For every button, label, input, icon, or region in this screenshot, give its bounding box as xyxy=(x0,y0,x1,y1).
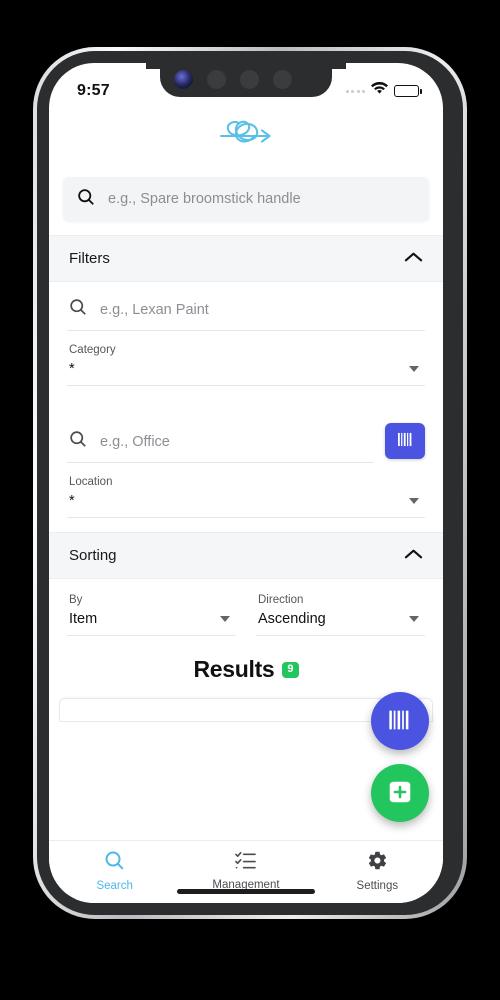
caret-down-icon[interactable] xyxy=(220,616,230,622)
sort-by-label: By xyxy=(69,594,83,606)
barcode-icon xyxy=(397,432,414,450)
barcode-icon xyxy=(388,709,412,734)
search-icon xyxy=(69,430,87,453)
caret-down-icon[interactable] xyxy=(409,616,419,622)
nav-label-search: Search xyxy=(96,880,133,892)
nav-label-settings: Settings xyxy=(356,880,399,892)
location-filter-field[interactable]: e.g., Office xyxy=(67,414,374,463)
tangled-scribble-arrow-logo xyxy=(215,113,277,164)
sort-direction-select[interactable]: Direction Ascending xyxy=(256,581,425,636)
location-search-row: e.g., Office xyxy=(67,414,425,463)
sensor-dot-icon xyxy=(240,69,259,89)
nav-item-settings[interactable]: Settings xyxy=(312,850,443,892)
results-count-badge: 9 xyxy=(282,661,299,678)
status-time: 9:57 xyxy=(77,82,110,99)
scan-barcode-button[interactable] xyxy=(385,422,425,459)
status-icons xyxy=(345,81,422,100)
checklist-icon xyxy=(235,850,257,875)
location-label: Location xyxy=(69,476,113,488)
location-select[interactable]: Location * xyxy=(67,463,425,518)
phone-frame: 9:57 e.g., Spare broomstick handle Filte… xyxy=(33,47,467,919)
nav-item-search[interactable]: Search xyxy=(49,850,180,892)
phone-screen: 9:57 e.g., Spare broomstick handle Filte… xyxy=(49,63,443,903)
sorting-panel-body: By Item Direction Ascending xyxy=(49,579,443,636)
filters-title: Filters xyxy=(69,250,110,267)
search-icon xyxy=(69,298,87,321)
caret-down-icon[interactable] xyxy=(409,366,419,372)
front-camera-icon xyxy=(174,69,193,89)
gear-icon xyxy=(367,850,388,876)
app-logo-header xyxy=(49,109,443,167)
battery-full-icon xyxy=(394,85,422,97)
category-label: Category xyxy=(69,344,116,356)
search-icon xyxy=(77,188,95,211)
sort-by-value: Item xyxy=(69,611,98,627)
sensor-dot-icon xyxy=(207,69,226,89)
filters-panel-body: e.g., Lexan Paint Category * e.g., Offic… xyxy=(49,282,443,518)
item-filter-input[interactable]: e.g., Lexan Paint xyxy=(100,302,209,318)
filters-section-header[interactable]: Filters xyxy=(49,235,443,282)
caret-down-icon[interactable] xyxy=(409,498,419,504)
global-search-bar[interactable]: e.g., Spare broomstick handle xyxy=(63,177,429,221)
sort-direction-value: Ascending xyxy=(258,611,326,627)
sort-by-select[interactable]: By Item xyxy=(67,581,236,636)
device-notch xyxy=(146,63,346,97)
search-icon xyxy=(104,850,125,876)
add-box-icon xyxy=(387,779,413,808)
chevron-up-icon[interactable] xyxy=(404,547,423,565)
sort-direction-label: Direction xyxy=(258,594,304,606)
home-indicator[interactable] xyxy=(177,889,315,894)
add-item-fab-button[interactable] xyxy=(371,764,429,822)
category-value: * xyxy=(69,361,75,377)
chevron-up-icon[interactable] xyxy=(404,250,423,268)
item-filter-field[interactable]: e.g., Lexan Paint xyxy=(67,282,425,331)
location-value: * xyxy=(69,493,75,509)
wifi-icon xyxy=(371,81,388,100)
results-header: Results 9 xyxy=(49,656,443,683)
nav-item-management[interactable]: Management xyxy=(180,850,311,891)
global-search-input[interactable]: e.g., Spare broomstick handle xyxy=(108,191,301,207)
scan-fab-button[interactable] xyxy=(371,692,429,750)
category-select[interactable]: Category * xyxy=(67,331,425,386)
sorting-title: Sorting xyxy=(69,547,117,564)
signal-dots-icon xyxy=(345,89,365,93)
results-title: Results xyxy=(193,656,275,682)
sorting-section-header[interactable]: Sorting xyxy=(49,532,443,579)
speaker-dot-icon xyxy=(273,69,292,89)
location-filter-input[interactable]: e.g., Office xyxy=(100,434,170,450)
